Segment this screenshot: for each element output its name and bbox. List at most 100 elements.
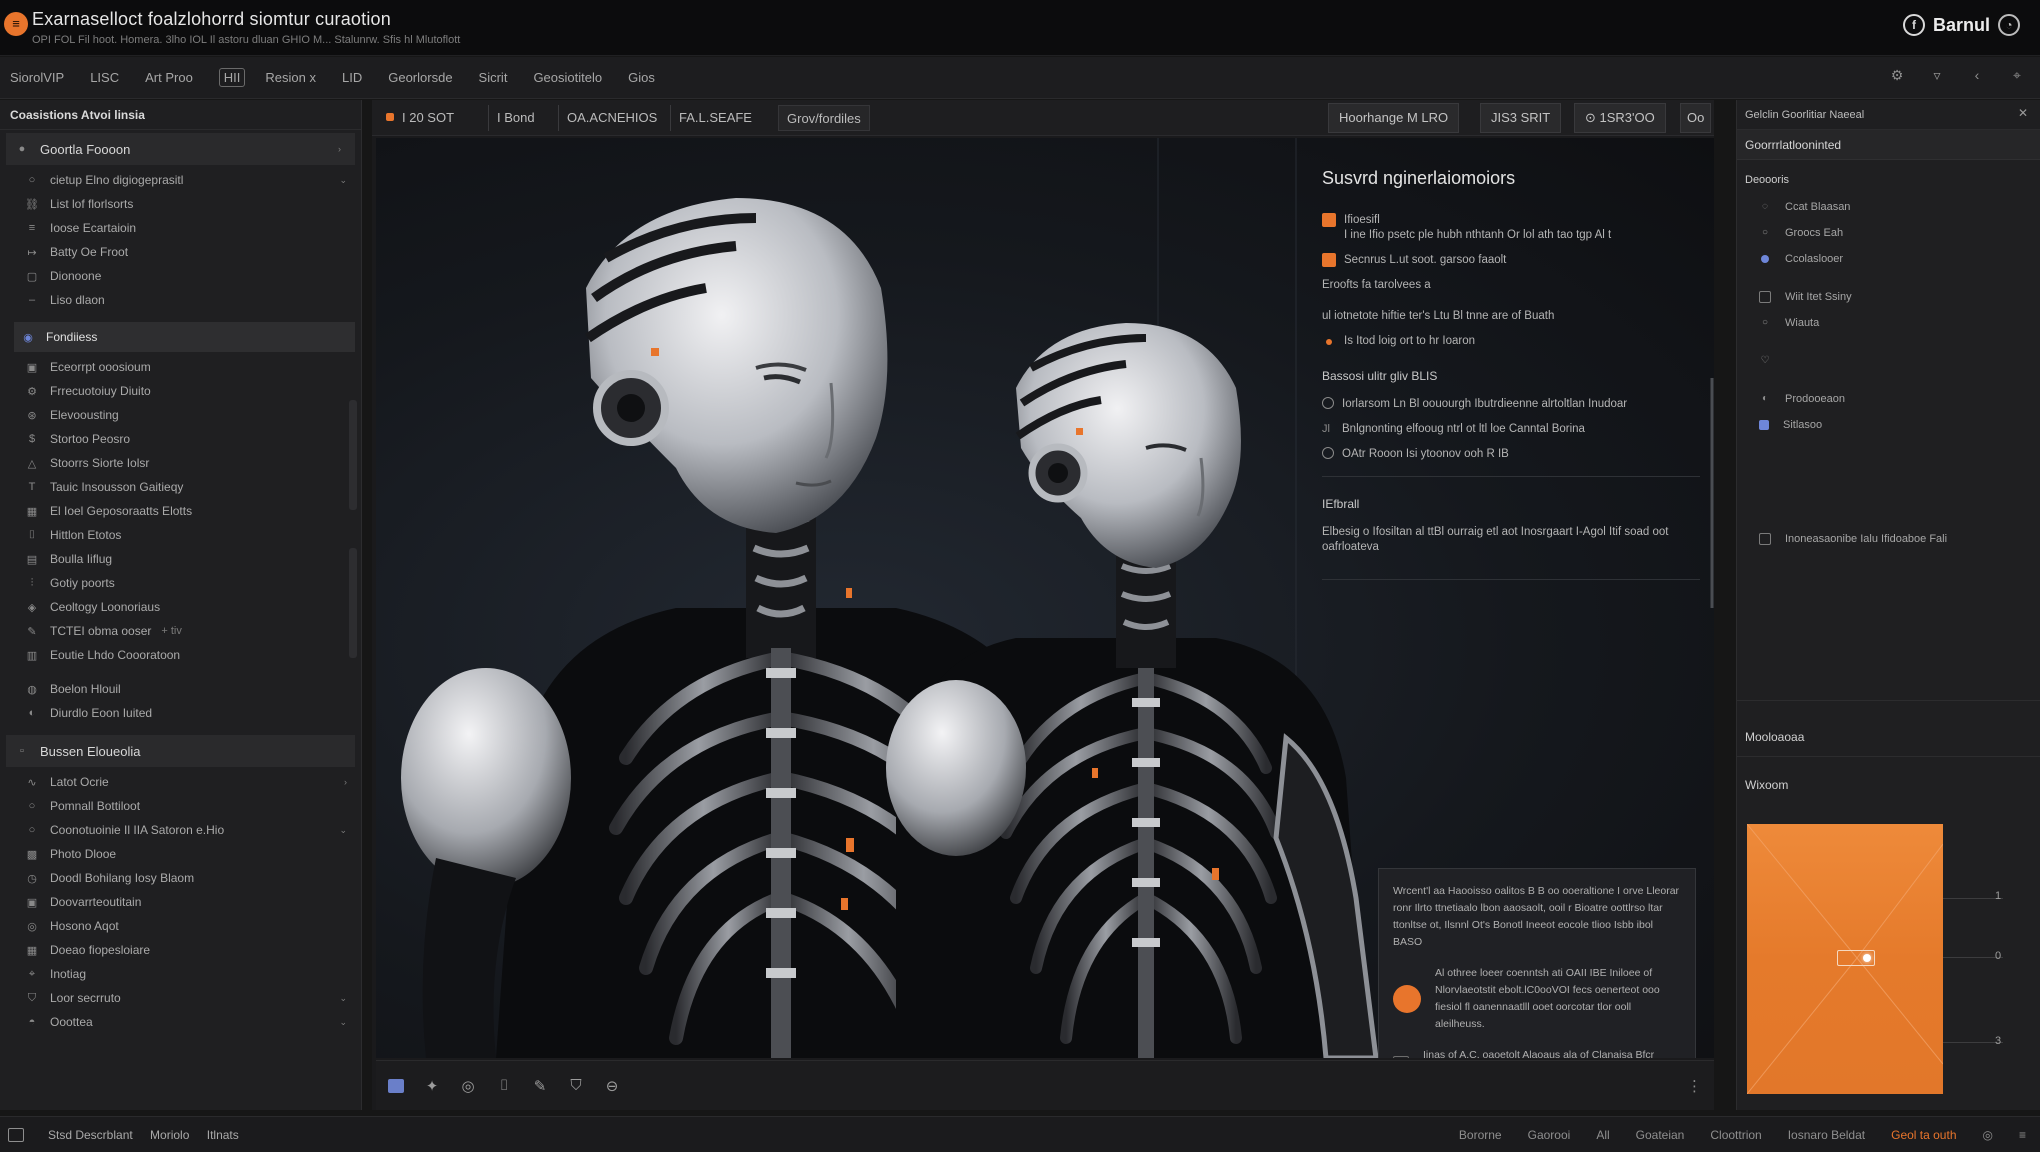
menu-item[interactable]: Sicrit: [479, 70, 508, 85]
menu-item[interactable]: Art Proo: [145, 70, 193, 85]
sidebar-item[interactable]: ▦ El Ioel Geposoraatts Elotts: [0, 499, 361, 523]
orange-color-preview[interactable]: [1747, 824, 1943, 1094]
card-checkbox[interactable]: [1393, 1056, 1409, 1058]
property-row[interactable]: Sitlasoo: [1737, 412, 2040, 438]
more-options-icon[interactable]: ⋮: [1687, 1077, 1702, 1095]
chevron-icon[interactable]: ›: [338, 144, 341, 154]
property-row[interactable]: ◌ Ccat Blaasan: [1737, 194, 2040, 220]
sidebar-item[interactable]: ◓ Ooottea ⌄: [0, 1010, 361, 1034]
sidebar-item[interactable]: △ Stoorrs Siorte Iolsr: [0, 451, 361, 475]
camera-tool-icon[interactable]: ⊖: [604, 1077, 620, 1095]
property-row[interactable]: Ccolaslooer: [1737, 246, 2040, 272]
sidebar-item[interactable]: ▣ Doovarrteoutitain: [0, 890, 361, 914]
sidebar-group[interactable]: ● Goortla Foooon ›: [6, 133, 355, 165]
pin-icon[interactable]: ⌖: [2008, 67, 2026, 84]
sidebar-item[interactable]: T Tauic Insousson Gaitieqy: [0, 475, 361, 499]
orange-record-icon[interactable]: [1393, 985, 1421, 1013]
property-row[interactable]: Wiit Itet Ssiny: [1737, 284, 2040, 310]
back-icon[interactable]: ‹: [1968, 67, 1986, 84]
sidebar-item[interactable]: ▢ Dionoone: [0, 264, 361, 288]
menu-item[interactable]: Georlorsde: [388, 70, 452, 85]
property-row[interactable]: ○ Groocs Eah: [1737, 220, 2040, 246]
pen-tool-icon[interactable]: ✎: [532, 1077, 548, 1095]
sidebar-item[interactable]: ✎ TCTEI obma ooser + tiv: [0, 619, 361, 643]
tab-machines[interactable]: OA.ACNEHIOS: [558, 105, 665, 131]
sidebar-item[interactable]: ▤ Boulla Iiflug: [0, 547, 361, 571]
tab-favorites[interactable]: Grov/fordiles: [778, 105, 870, 131]
sidebar-scrollbar[interactable]: [349, 400, 357, 510]
menu-item[interactable]: Resion x: [265, 70, 316, 85]
close-panel-icon[interactable]: ✕: [2018, 106, 2028, 120]
sidebar-item[interactable]: ⛓ List lof florlsorts: [0, 192, 361, 216]
tab-scene[interactable]: I 20 SOT: [378, 105, 462, 131]
toolbar-change-button[interactable]: Hoorhange M LRO: [1328, 103, 1460, 133]
toolbar-time-readout[interactable]: ⊙ 1SR3'OO: [1574, 103, 1666, 133]
sidebar-item[interactable]: ○ Coonotuoinie Il IIA Satoron e.Hio ⌄: [0, 818, 361, 842]
status-item[interactable]: Cloottrion: [1710, 1128, 1761, 1142]
checkbox-icon[interactable]: [1759, 533, 1771, 545]
sidebar-item[interactable]: ⛉ Loor secrruto ⌄: [0, 986, 361, 1010]
sidebar-item[interactable]: ⌖ Inotiag: [0, 962, 361, 986]
checkbox-icon[interactable]: [1759, 291, 1771, 303]
sidebar-scrollbar[interactable]: [349, 548, 357, 658]
sidebar-item[interactable]: ◈ Ceoltogy Loonoriaus: [0, 595, 361, 619]
radio-icon[interactable]: ○: [1759, 227, 1771, 239]
image-icon[interactable]: [1759, 420, 1769, 430]
sidebar-item[interactable]: – Liso dlaon: [0, 288, 361, 312]
chevron-icon[interactable]: ›: [344, 777, 347, 787]
chevron-icon[interactable]: ⌄: [339, 1017, 347, 1028]
rotate-tool-icon[interactable]: ◎: [460, 1077, 476, 1095]
status-settings-icon[interactable]: ◎: [1983, 1128, 1993, 1142]
status-accent-item[interactable]: Geol ta outh: [1891, 1128, 1956, 1142]
sidebar-item[interactable]: ▩ Photo Dlooe: [0, 842, 361, 866]
sidebar-item[interactable]: ≡ Ioose Ecartaioin: [0, 216, 361, 240]
heart-icon[interactable]: ♡: [1759, 355, 1771, 367]
status-item[interactable]: Bororne: [1459, 1128, 1502, 1142]
render-viewport[interactable]: Susvrd nginerlaiomoiors Ifioesifl I ine I…: [376, 138, 1714, 1058]
sidebar-item[interactable]: ◐ Diurdlo Eoon Iuited: [0, 701, 361, 725]
menu-item[interactable]: Geosiotitelo: [533, 70, 602, 85]
account-icon[interactable]: f: [1902, 14, 1925, 36]
chevron-icon[interactable]: ⌄: [339, 993, 347, 1004]
sidebar-item[interactable]: ○ cietup Elno digiogeprasitl ⌄: [0, 168, 361, 192]
sidebar-item[interactable]: ◷ Doodl Bohilang Iosy Blaom: [0, 866, 361, 890]
move-tool-icon[interactable]: ✦: [424, 1077, 440, 1095]
sidebar-item[interactable]: ▦ Doeao fiopesloiare: [0, 938, 361, 962]
property-row[interactable]: ♡: [1737, 348, 2040, 374]
property-row[interactable]: Inoneasaonibe Ialu Ifidoaboe Fali: [1737, 526, 2040, 552]
sidebar-item[interactable]: ▥ Eoutie Lhdo Coooratoon: [0, 643, 361, 667]
toolbar-size-readout[interactable]: JIS3 SRIT: [1480, 103, 1562, 133]
radio-icon[interactable]: ○: [1759, 317, 1771, 329]
sidebar-item[interactable]: ◍ Boelon Hlouil: [0, 677, 361, 701]
sidebar-item[interactable]: ⫶ Gotiy poorts: [0, 571, 361, 595]
sidebar-item[interactable]: ⊛ Elevoousting: [0, 403, 361, 427]
select-tool-icon[interactable]: [388, 1078, 404, 1093]
sidebar-item[interactable]: ⚙ Frrecuotoiuy Diuito: [0, 379, 361, 403]
card-row[interactable]: Al othree loeer coenntsh ati OAII IBE In…: [1393, 965, 1681, 1033]
account-name[interactable]: Barnul: [1933, 15, 1990, 36]
sidebar-item[interactable]: ⌷ Hittlon Etotos: [0, 523, 361, 547]
swatch-hotspot-icon[interactable]: [1863, 954, 1871, 962]
status-panel-icon[interactable]: [8, 1127, 24, 1142]
tab-bond[interactable]: I Bond: [488, 105, 543, 131]
sidebar-item[interactable]: ∿ Latot Ocrie ›: [0, 770, 361, 794]
settings-icon[interactable]: ⚙: [1888, 67, 1906, 84]
property-row[interactable]: ◐ Prodooeaon: [1737, 386, 2040, 412]
menu-item[interactable]: SiorolVIP: [10, 70, 64, 85]
status-item[interactable]: Iosnaro Beldat: [1788, 1128, 1865, 1142]
menu-item[interactable]: Gios: [628, 70, 655, 85]
menu-item[interactable]: LID: [342, 70, 362, 85]
sidebar-item[interactable]: ○ Pomnall Bottiloot: [0, 794, 361, 818]
sidebar-item[interactable]: ◎ Hosono Aqot: [0, 914, 361, 938]
chevron-icon[interactable]: ⌄: [339, 175, 347, 186]
account-menu-icon[interactable]: ◔: [1998, 14, 2020, 36]
card-row[interactable]: Iinas of A.C. oaoetolt Alaoaus ala of Cl…: [1393, 1047, 1681, 1058]
status-item[interactable]: Goateian: [1636, 1128, 1685, 1142]
chevron-icon[interactable]: ⌄: [339, 825, 347, 836]
swirl-icon[interactable]: ◐: [1759, 393, 1771, 405]
status-item[interactable]: All: [1596, 1128, 1609, 1142]
sidebar-item[interactable]: ▣ Eceorrpt ooosioum: [0, 355, 361, 379]
frame-tool-icon[interactable]: ⌷: [496, 1077, 512, 1094]
sidebar-group[interactable]: ▫ Bussen Eloueolia: [6, 735, 355, 767]
filter-icon[interactable]: ▿: [1928, 67, 1946, 84]
